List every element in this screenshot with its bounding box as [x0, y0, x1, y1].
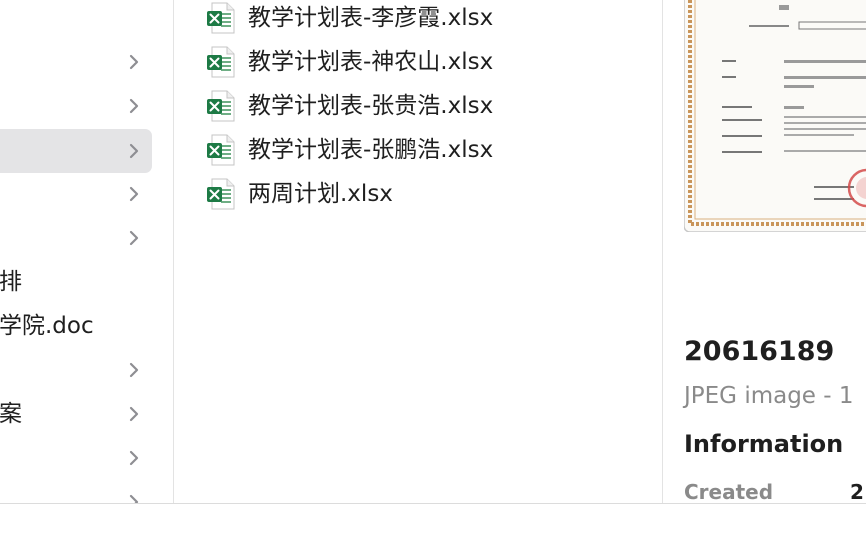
folder-row[interactable] [0, 84, 152, 128]
file-name: 教学计划表-张贵浩.xlsx [248, 93, 494, 119]
created-value: 2 [850, 480, 864, 503]
chevron-right-icon [129, 406, 139, 422]
file-row[interactable]: 教学计划表-张鹏浩.xlsx [174, 128, 662, 172]
parent-folder-column[interactable]: 排学院.doc 案 [0, 0, 174, 503]
folder-row[interactable] [0, 172, 152, 216]
chevron-right-icon [129, 362, 139, 378]
folder-row[interactable] [0, 348, 152, 392]
folder-row[interactable] [0, 40, 152, 84]
folder-row[interactable] [0, 436, 152, 480]
folder-row[interactable] [0, 480, 152, 503]
file-row[interactable]: 教学计划表-张贵浩.xlsx [174, 84, 662, 128]
excel-file-icon [207, 46, 235, 78]
information-heading: Information [684, 430, 844, 458]
folder-row[interactable] [0, 216, 152, 260]
preview-file-kind: JPEG image - 1 [684, 383, 854, 409]
chevron-right-icon [129, 230, 139, 246]
file-name: 教学计划表-李彦霞.xlsx [248, 5, 494, 31]
file-row[interactable]: 两周计划.xlsx [174, 172, 662, 216]
folder-row-label: 案 [0, 401, 22, 427]
certificate-image-thumbnail[interactable] [684, 0, 866, 232]
chevron-right-icon [129, 186, 139, 202]
folder-row[interactable] [0, 129, 152, 173]
folder-row-label: 学院.doc [0, 313, 94, 339]
folder-row[interactable]: 案 [0, 392, 152, 436]
file-name: 教学计划表-张鹏浩.xlsx [248, 137, 494, 163]
excel-file-icon [207, 134, 235, 166]
chevron-right-icon [129, 54, 139, 70]
file-list-column[interactable]: 教学计划表-李彦霞.xlsx 教学计划表-神农山.xlsx 教学计划表-张贵浩.xl… [174, 0, 663, 503]
excel-file-icon [207, 2, 235, 34]
file-row[interactable]: 教学计划表-神农山.xlsx [174, 40, 662, 84]
file-row[interactable]: 教学计划表-李彦霞.xlsx [174, 0, 662, 40]
chevron-right-icon [129, 450, 139, 466]
finder-window: 排学院.doc 案 教学计划表-李彦霞.xlsx 教学计划表-神农山.xlsx 教学计… [0, 0, 866, 503]
chevron-right-icon [129, 143, 139, 159]
excel-file-icon [207, 178, 235, 210]
folder-row-label: 排 [0, 269, 22, 295]
preview-pane: 20616189 JPEG image - 1 Information Crea… [663, 0, 866, 503]
window-bottom-edge [0, 503, 866, 539]
chevron-right-icon [129, 494, 139, 503]
excel-file-icon [207, 90, 235, 122]
preview-file-name: 20616189 [684, 336, 835, 367]
chevron-right-icon [129, 98, 139, 114]
file-name: 两周计划.xlsx [248, 181, 393, 207]
created-label: Created [684, 480, 774, 503]
file-name: 教学计划表-神农山.xlsx [248, 49, 494, 75]
folder-row[interactable]: 排 [0, 260, 152, 304]
folder-row[interactable]: 学院.doc [0, 304, 152, 348]
